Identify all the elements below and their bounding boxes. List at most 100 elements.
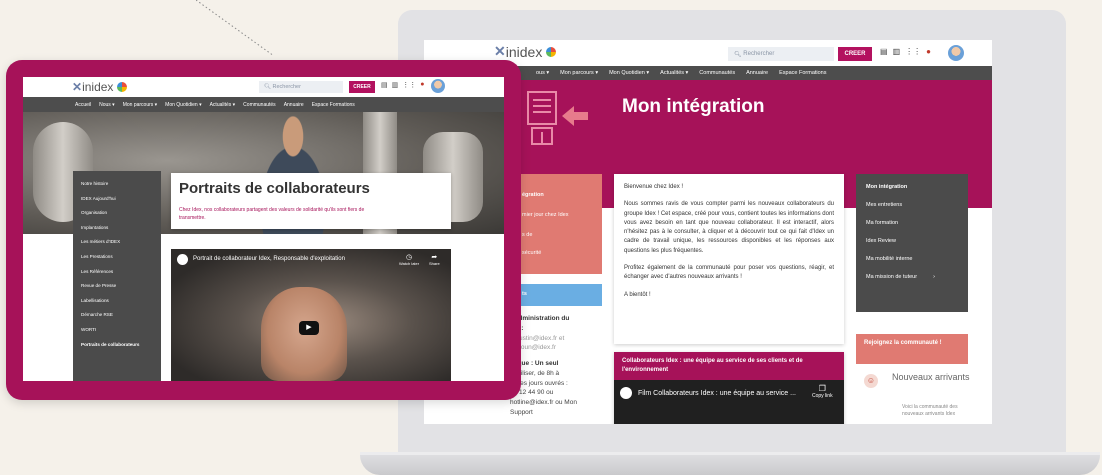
play-button-icon[interactable]: ▶: [299, 321, 319, 335]
side-item-labellisations[interactable]: Labellisations: [73, 298, 161, 313]
nav-item-accueil[interactable]: Accueil: [75, 102, 91, 108]
nav-item-communautes[interactable]: Communautés: [699, 70, 735, 76]
side-item-prestations[interactable]: Les Prestations: [73, 254, 161, 269]
side-item-mes-entretiens[interactable]: Mes entretiens: [866, 202, 968, 208]
copy-link-label: Copy link: [812, 393, 833, 399]
contact-line-6: à utiliser, de 8h à: [510, 369, 560, 377]
nav-item-annuaire[interactable]: Annuaire: [746, 70, 768, 76]
contact-line-2[interactable]: rcoustin@idex.fr et: [510, 334, 606, 344]
video-title[interactable]: Portrait de collaborateur Idex, Responsa…: [193, 256, 345, 262]
bell-icon[interactable]: ●: [420, 81, 424, 89]
side-item-mission-tuteur[interactable]: Ma mission de tuteur ›: [866, 274, 968, 280]
decorative-dotted-line: [196, 0, 275, 57]
side-item-implantations[interactable]: Implantations: [73, 225, 161, 240]
tablet-title-card: Portraits de collaborateurs Chez Idex, n…: [171, 173, 451, 229]
side-item-demarche-rse[interactable]: Démarche RSE: [73, 312, 161, 327]
side-item-portraits[interactable]: Portraits de collaborateurs: [73, 342, 161, 357]
laptop-left-contact-text: t Administration du nel : rcoustin@idex.…: [510, 314, 606, 418]
chevron-right-icon: ›: [933, 274, 935, 280]
logo-text: inidex: [82, 80, 114, 94]
folder-icon[interactable]: ▥: [893, 47, 901, 56]
nav-item-nous[interactable]: ous ▾: [536, 70, 549, 76]
clock-icon: ◷: [405, 254, 413, 261]
side-item-mobilite-interne[interactable]: Ma mobilité interne: [866, 256, 968, 262]
contact-line-5: atique : Un seul: [510, 360, 559, 367]
contact-line-7: us les jours ouvrés :: [510, 379, 568, 387]
side-item-mon-integration[interactable]: Mon intégration: [866, 184, 968, 190]
left-menu-item-integration[interactable]: égration: [522, 192, 544, 198]
nav-item-annuaire[interactable]: Annuaire: [284, 102, 304, 108]
laptop-avatar[interactable]: [948, 45, 964, 61]
search-icon: 🔍︎: [734, 51, 742, 58]
nav-item-actualites[interactable]: Actualités ▾: [660, 70, 688, 76]
flower-icon: [546, 46, 557, 57]
left-menu-item-security[interactable]: sécurité: [522, 250, 541, 256]
nav-item-communautes[interactable]: Communautés: [243, 102, 276, 108]
contact-line-10[interactable]: Support: [510, 408, 606, 418]
tablet-video-player[interactable]: Portrait de collaborateur Idex, Responsa…: [171, 249, 451, 381]
side-item-notre-histoire[interactable]: Notre histoire: [73, 181, 161, 196]
left-menu-item-first-day[interactable]: mier jour chez Idex: [522, 212, 568, 218]
laptop-left-pink-menu: égration mier jour chez Idex s de sécuri…: [520, 174, 602, 274]
laptop-base: [360, 455, 1100, 475]
contact-line-1: nel :: [510, 324, 524, 332]
side-item-worti[interactable]: WORTI: [73, 327, 161, 342]
side-item-references[interactable]: Les Références: [73, 269, 161, 284]
share-button[interactable]: ➦ Share: [429, 253, 440, 266]
nav-item-mon-quotidien[interactable]: Mon Quotidien ▾: [609, 70, 649, 76]
video-card-heading: Collaborateurs Idex : une équipe au serv…: [614, 352, 844, 380]
video-card: Collaborateurs Idex : une équipe au serv…: [614, 352, 844, 424]
document-icon[interactable]: ▤: [880, 47, 888, 56]
grid-icon[interactable]: ⋮⋮: [402, 81, 416, 89]
community-icon: ☺: [864, 374, 878, 388]
laptop-logo[interactable]: ✕ inidex: [494, 43, 557, 60]
contact-line-3[interactable]: nanoun@idex.fr: [510, 343, 606, 353]
welcome-paragraph-2: Profitez également de la communauté pour…: [624, 265, 834, 281]
left-blue-label: ts: [522, 291, 527, 297]
flower-icon: [117, 82, 128, 92]
document-icon[interactable]: ▤: [381, 81, 388, 89]
logo-text: inidex: [505, 43, 543, 60]
copy-link-button[interactable]: ❐ Copy link: [812, 384, 833, 399]
nav-item-espace-formations[interactable]: Espace Formations: [312, 102, 355, 108]
laptop-create-button[interactable]: CREER: [838, 47, 872, 61]
page-subtitle: Chez Idex, nos collaborateurs partagent …: [179, 207, 365, 221]
laptop-left-blue-bar: ts: [520, 284, 602, 306]
left-menu-item-rules[interactable]: s de: [522, 232, 532, 238]
contact-line-0: t Administration du: [510, 315, 570, 322]
new-arrivals-title: Nouveaux arrivants: [892, 372, 970, 382]
tablet-logo[interactable]: ✕ inidex: [72, 80, 128, 94]
tablet-create-button[interactable]: CREER: [349, 81, 375, 93]
side-item-idex-review[interactable]: Idex Review: [866, 238, 968, 244]
video-title[interactable]: Film Collaborateurs Idex : une équipe au…: [638, 390, 796, 397]
laptop-search-input[interactable]: 🔍︎ Rechercher: [728, 47, 834, 61]
nav-item-mon-quotidien[interactable]: Mon Quotidien ▾: [165, 102, 201, 108]
nav-item-actualites[interactable]: Actualités ▾: [210, 102, 236, 108]
join-community-banner[interactable]: Rejoignez la communauté !: [856, 334, 968, 364]
welcome-paragraph-1: Nous sommes ravis de vous compter parmi …: [624, 201, 834, 254]
video-player[interactable]: Film Collaborateurs Idex : une équipe au…: [614, 380, 844, 424]
tablet-avatar[interactable]: [431, 79, 445, 93]
side-item-metiers[interactable]: Les métiers d'IDEX: [73, 239, 161, 254]
grid-icon[interactable]: ⋮⋮: [905, 47, 921, 56]
search-placeholder: Rechercher: [743, 51, 775, 57]
side-item-ma-formation[interactable]: Ma formation: [866, 220, 968, 226]
watch-later-button[interactable]: ◷ Watch later: [399, 253, 419, 266]
search-icon: 🔍︎: [264, 84, 271, 90]
new-arrivals-subtitle: Voici la communauté des nouveaux arrivan…: [902, 404, 958, 417]
nav-item-mon-parcours[interactable]: Mon parcours ▾: [123, 102, 157, 108]
nav-item-nous[interactable]: Nous ▾: [99, 102, 115, 108]
tablet-search-input[interactable]: 🔍︎ Rechercher: [259, 81, 343, 93]
side-item-revue-presse[interactable]: Revue de Presse: [73, 283, 161, 298]
welcome-card: Bienvenue chez Idex ! Nous sommes ravis …: [614, 174, 844, 344]
nav-item-espace-formations[interactable]: Espace Formations: [779, 70, 826, 76]
tablet-screen: ✕ inidex 🔍︎ Rechercher CREER ▤ ▥ ⋮⋮ ● Accuei…: [23, 77, 504, 381]
bell-icon[interactable]: ●: [926, 47, 931, 56]
channel-logo-icon: [177, 254, 188, 265]
nav-item-mon-parcours[interactable]: Mon parcours ▾: [560, 70, 598, 76]
side-item-mission-tuteur-label: Ma mission de tuteur: [866, 274, 918, 280]
folder-icon[interactable]: ▥: [392, 81, 399, 89]
contact-line-9[interactable]: hotline@idex.fr ou Mon: [510, 398, 606, 408]
side-item-organisation[interactable]: Organisation: [73, 210, 161, 225]
side-item-idex-aujourdhui[interactable]: IDEX Aujourd'hui: [73, 196, 161, 211]
